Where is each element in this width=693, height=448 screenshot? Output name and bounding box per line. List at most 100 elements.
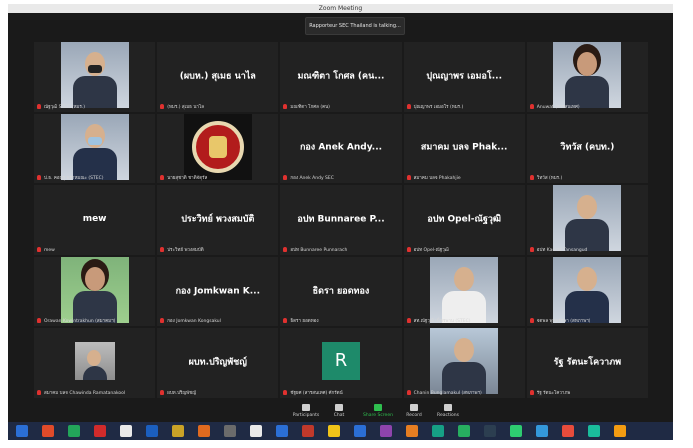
muted-mic-icon: [37, 389, 41, 395]
toolbar-label: Share Screen: [363, 413, 393, 418]
participant-label-text: กอง Jomkwan Kongsakul: [167, 319, 221, 325]
participant-label-text: Orawan Kowintrakhun (สมาคมฯ): [44, 319, 116, 325]
participant-display-name: กอง Anek Andy...: [299, 142, 383, 153]
taskbar-app-icon[interactable]: [562, 425, 574, 437]
muted-mic-icon: [283, 318, 288, 324]
participant-label-text: มณฑิตา โกศล (คน): [290, 104, 330, 110]
muted-mic-icon: [283, 389, 288, 395]
participant-display-name: (ผบห.) สุเมธ นาไล: [179, 71, 256, 82]
taskbar-app-icon[interactable]: [406, 425, 418, 437]
taskbar-app-icon[interactable]: [16, 425, 28, 437]
participant-video: [60, 113, 129, 180]
participant-label-text: ธิดรา ยอดทอง: [290, 319, 319, 325]
participant-display-name: ปุณญาพร เอมอโ...: [426, 71, 502, 82]
share-screen-icon: [374, 404, 382, 411]
taskbar-app-icon[interactable]: [328, 425, 340, 437]
taskbar-app-icon[interactable]: [536, 425, 548, 437]
participant-display-name: กอง Jomkwan K...: [175, 286, 260, 297]
taskbar-app-icon[interactable]: [380, 425, 392, 437]
participant-display-name: mew: [82, 213, 107, 224]
muted-mic-icon: [529, 103, 534, 109]
taskbar-app-icon[interactable]: [614, 425, 626, 437]
share-screen-button[interactable]: Share Screen: [358, 404, 398, 418]
participant-tile[interactable]: นายสุชาติ ชาติจัตุรัส: [157, 113, 279, 184]
taskbar-app-icon[interactable]: [198, 425, 210, 437]
participant-tile[interactable]: จตพล พุทธรักษา (สหภาพฯ): [526, 256, 648, 327]
taskbar-app-icon[interactable]: [484, 425, 496, 437]
participant-name-label: กอง Anek Andy SEC: [283, 174, 334, 181]
taskbar-app-icon[interactable]: [94, 425, 106, 437]
participant-display-name: ประวิทย์ พวงสมบัติ: [181, 214, 255, 225]
participant-name-label: ณัฐวุฒิ STEC (หมร.): [37, 103, 85, 110]
participant-display-name: ธิดรา ยอดทอง: [312, 286, 370, 297]
participant-label-text: นายสุชาติ ชาติจัตุรัส: [167, 176, 208, 182]
avatar-letter: R: [321, 342, 360, 381]
participant-display-name: อปท Opel-ณัฐวุฒิ: [427, 214, 502, 225]
participant-tile[interactable]: สมาคม บลจ Chawinda Ramatanakool: [34, 328, 156, 398]
participant-label-text: ผบท.ปริญพัชญ์: [167, 390, 197, 396]
taskbar-app-icon[interactable]: [146, 425, 158, 437]
taskbar-app-icon[interactable]: [224, 425, 236, 437]
participant-label-text: สมาคม บลจ Phakahjie: [413, 176, 461, 182]
participant-tile[interactable]: ประวิทย์ พวงสมบัติ ประวิทย์ พวงสมบัติ: [157, 185, 279, 255]
taskbar-app-icon[interactable]: [458, 425, 470, 437]
participant-tile[interactable]: อปท Bunnaree P... อปท Bunnaree Punnarach: [280, 185, 402, 255]
muted-mic-icon: [529, 175, 534, 181]
taskbar-app-icon[interactable]: [354, 425, 366, 437]
participant-name-label: สมาคม บลจ Phakahjie: [406, 174, 461, 182]
toolbar-label: Chat: [333, 413, 345, 418]
muted-mic-icon: [406, 246, 411, 252]
participant-video: [60, 256, 129, 323]
taskbar-app-icon[interactable]: [302, 425, 314, 437]
taskbar-app-icon[interactable]: [276, 425, 288, 437]
taskbar-app-icon[interactable]: [432, 425, 444, 437]
participant-label-text: จตพล พุทธรักษา (สหภาพฯ): [536, 319, 591, 325]
participant-tile[interactable]: กอง Jomkwan K... กอง Jomkwan Kongsakul: [157, 256, 279, 327]
participant-tile[interactable]: กอง Anek Andy... กอง Anek Andy SEC: [280, 113, 402, 184]
zoom-window: Zoom Meeting Rapporteur SEC Thailand is …: [8, 4, 673, 440]
participant-name-label: Chanin Bunglamakul (สหภาพฯ): [406, 389, 482, 396]
participant-tile[interactable]: มณฑิตา โกศล (คน... มณฑิตา โกศล (คน): [280, 42, 402, 112]
participant-tile[interactable]: สมาคม บลจ Phak... สมาคม บลจ Phakahjie: [403, 113, 525, 184]
toolbar-label: Record: [406, 413, 422, 418]
taskbar-app-icon[interactable]: [42, 425, 54, 437]
participant-name-label: อปท Kasidit Tansangud: [529, 246, 587, 253]
taskbar-app-icon[interactable]: [250, 425, 262, 437]
participant-name-label: Anuwat (สารสนเทศ): [529, 103, 580, 110]
participant-tile[interactable]: ธิดรา ยอดทอง ธิดรา ยอดทอง: [280, 256, 402, 327]
participant-tile[interactable]: อปท Kasidit Tansangud: [526, 185, 648, 255]
reactions-button[interactable]: Reactions: [428, 404, 468, 418]
muted-mic-icon: [37, 175, 41, 181]
participant-name-label: นายสุชาติ ชาติจัตุรัส: [160, 174, 207, 181]
taskbar-app-icon[interactable]: [588, 425, 600, 437]
participant-name-label: วิทวัส (หมร.): [529, 174, 562, 181]
chat-button[interactable]: Chat: [319, 404, 359, 418]
muted-mic-icon: [406, 175, 411, 181]
muted-mic-icon: [406, 318, 411, 324]
participant-tile[interactable]: R ชัฐยศ (สารสนเทศ) ศักรัตน์: [280, 328, 402, 398]
muted-mic-icon: [160, 389, 165, 395]
taskbar-app-icon[interactable]: [68, 425, 80, 437]
participant-tile[interactable]: รัฐ รัตนะโควาภพ รัฐ รัตนะโควาภพ: [526, 328, 648, 398]
participant-tile[interactable]: (ผบห.) สุเมธ นาไล (หมร.) สุเมธ นาไล: [157, 42, 279, 112]
participant-video: [60, 42, 129, 108]
muted-mic-icon: [283, 103, 288, 109]
participant-tile[interactable]: อปท Opel-ณัฐวุฒิ อปท Opel-ณัฐวุฒิ: [403, 185, 525, 255]
taskbar-app-icon[interactable]: [172, 425, 184, 437]
participant-name-label: สท.ณัฐวุฒิ เพ็ชรพาน (STEC): [406, 317, 471, 324]
taskbar-app-icon[interactable]: [510, 425, 522, 437]
participant-tile[interactable]: Anuwat (สารสนเทศ): [526, 42, 648, 112]
muted-mic-icon: [160, 318, 165, 324]
participant-tile[interactable]: ปุณญาพร เอมอโ... ปุณญาพร เอมอโร (หมร.): [403, 42, 525, 112]
participant-tile[interactable]: วิทวัส (คบท.) วิทวัส (หมร.): [526, 113, 648, 184]
participant-tile[interactable]: ป.ธ. คอนรู พราหมณะ (STEC): [34, 113, 156, 184]
participant-tile[interactable]: ณัฐวุฒิ STEC (หมร.): [34, 42, 156, 112]
participant-tile[interactable]: ผบท.ปริญพัชญ์ ผบท.ปริญพัชญ์: [157, 328, 279, 398]
participant-tile[interactable]: Orawan Kowintrakhun (สมาคมฯ): [34, 256, 156, 327]
participant-tile[interactable]: สท.ณัฐวุฒิ เพ็ชรพาน (STEC): [403, 256, 525, 327]
participant-name-label: ชัฐยศ (สารสนเทศ) ศักรัตน์: [283, 389, 343, 396]
window-title: Zoom Meeting: [8, 4, 673, 13]
participant-tile[interactable]: Chanin Bunglamakul (สหภาพฯ): [403, 328, 525, 398]
taskbar-app-icon[interactable]: [120, 425, 132, 437]
participant-tile[interactable]: mew mew: [34, 185, 156, 255]
